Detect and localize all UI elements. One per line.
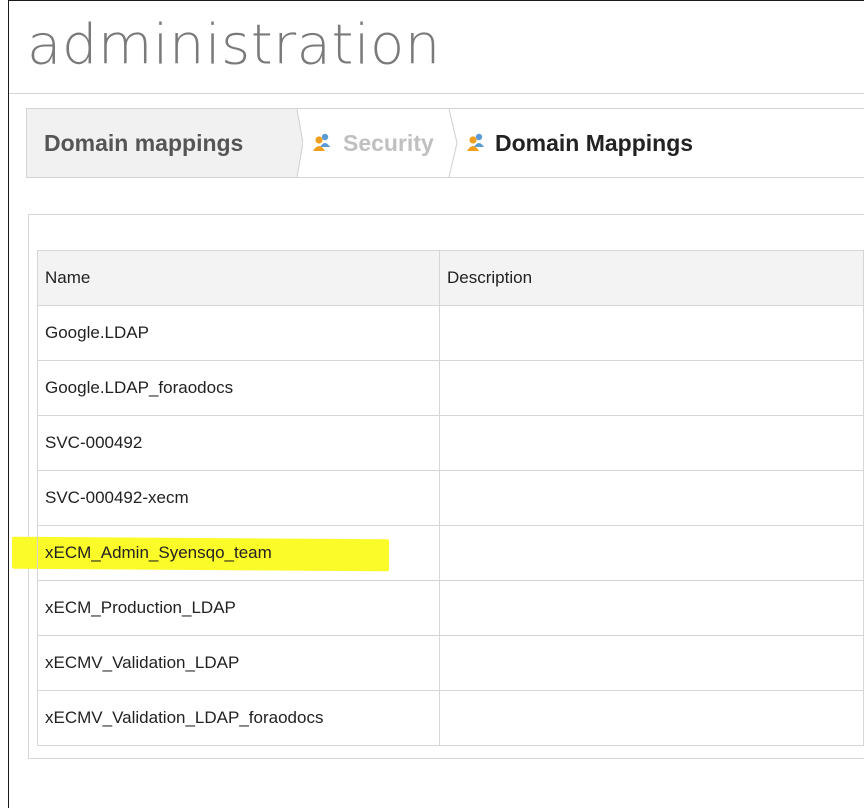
table-cell-description — [439, 415, 864, 471]
table-cell-description — [439, 635, 864, 691]
title-divider — [9, 93, 864, 94]
table-row[interactable]: Google.LDAP_foraodocs — [37, 360, 864, 416]
table-row[interactable]: Google.LDAP — [37, 305, 864, 361]
table-row[interactable]: SVC-000492-xecm — [37, 470, 864, 526]
breadcrumb-separator-icon — [448, 109, 458, 177]
table-cell-description — [439, 525, 864, 581]
table-cell-name: xECM_Production_LDAP — [37, 580, 440, 636]
domain-mappings-table: Name Description Google.LDAP Google.LDAP… — [37, 250, 864, 746]
breadcrumb-item-security[interactable]: Security — [311, 109, 434, 177]
table-cell-description — [439, 580, 864, 636]
table-row-highlighted[interactable]: xECM_Admin_Syensqo_team — [37, 525, 864, 581]
column-header-description[interactable]: Description — [439, 250, 864, 306]
table-row[interactable]: xECMV_Validation_LDAP_foraodocs — [37, 690, 864, 746]
table-cell-description — [439, 305, 864, 361]
table-row[interactable]: xECM_Production_LDAP — [37, 580, 864, 636]
breadcrumb-separator-icon — [285, 109, 303, 177]
row-name: SVC-000492 — [45, 433, 143, 452]
breadcrumb-item-domain-mappings-current: Domain Mappings — [465, 109, 693, 177]
table-cell-name: SVC-000492 — [37, 415, 440, 471]
table-cell-description — [439, 470, 864, 526]
row-name: Google.LDAP — [45, 323, 149, 342]
row-name: xECM_Admin_Syensqo_team — [45, 543, 272, 562]
column-header-name[interactable]: Name — [37, 250, 440, 306]
breadcrumb-item-domain-mappings[interactable]: Domain mappings — [27, 109, 297, 177]
breadcrumb-item-label: Domain mappings — [44, 129, 244, 156]
breadcrumb: Domain mappings Security Domain Mappings — [26, 108, 864, 178]
row-name: SVC-000492-xecm — [45, 488, 189, 507]
users-group-icon — [313, 133, 330, 151]
users-group-icon — [467, 133, 484, 151]
table-cell-name: xECMV_Validation_LDAP — [37, 635, 440, 691]
table-cell-name: Google.LDAP_foraodocs — [37, 360, 440, 416]
row-name: xECMV_Validation_LDAP — [45, 653, 240, 672]
page-title: administration — [27, 13, 441, 78]
table-cell-name: SVC-000492-xecm — [37, 470, 440, 526]
table-header-row: Name Description — [37, 250, 864, 306]
table-cell-name: xECM_Admin_Syensqo_team — [37, 525, 440, 581]
row-name: Google.LDAP_foraodocs — [45, 378, 234, 397]
table-cell-description — [439, 360, 864, 416]
table-cell-description — [439, 690, 864, 746]
table-cell-name: xECMV_Validation_LDAP_foraodocs — [37, 690, 440, 746]
row-name: xECMV_Validation_LDAP_foraodocs — [45, 708, 324, 727]
row-name: xECM_Production_LDAP — [45, 598, 236, 617]
breadcrumb-item-label: Security — [343, 129, 434, 156]
table-row[interactable]: xECMV_Validation_LDAP — [37, 635, 864, 691]
table-cell-name: Google.LDAP — [37, 305, 440, 361]
table-row[interactable]: SVC-000492 — [37, 415, 864, 471]
breadcrumb-item-label: Domain Mappings — [495, 129, 694, 156]
